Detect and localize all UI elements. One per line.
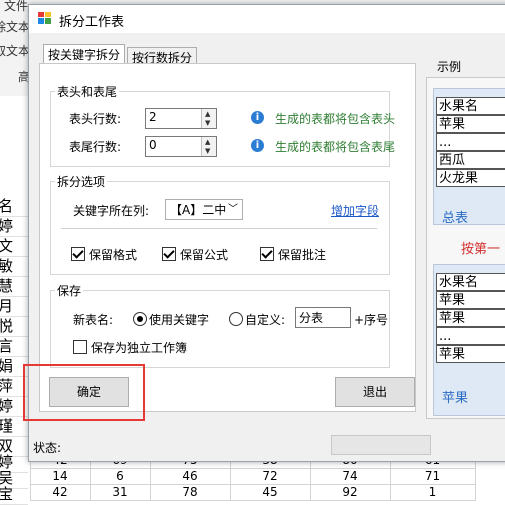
example-cell: 苹果 bbox=[436, 291, 505, 309]
add-field-link[interactable]: 增加字段 bbox=[331, 202, 379, 219]
header-note: 生成的表都将包含表头 bbox=[275, 112, 396, 126]
down-arrow-icon[interactable]: ▼ bbox=[205, 148, 210, 155]
exit-button[interactable]: 退出 bbox=[335, 377, 415, 407]
down-arrow-icon[interactable]: ▼ bbox=[205, 120, 210, 127]
keep-comment-checkbox[interactable] bbox=[260, 247, 274, 261]
footer-rows-label: 表尾行数: bbox=[69, 140, 122, 154]
ribbon-text: 除文本 bbox=[0, 20, 31, 34]
stepper-arrows[interactable]: ▲ ▼ bbox=[201, 137, 216, 156]
chevron-down-icon[interactable]: ﹀ bbox=[228, 200, 238, 215]
custom-name-input[interactable]: 分表 bbox=[295, 307, 351, 328]
grid-cell[interactable]: 92 bbox=[310, 484, 391, 501]
ribbon-text: 文件 bbox=[4, 0, 29, 13]
stepper-arrows[interactable]: ▲ ▼ bbox=[201, 109, 216, 128]
header-rows-label: 表头行数: bbox=[69, 112, 122, 126]
up-arrow-icon[interactable]: ▲ bbox=[205, 111, 210, 118]
header-rows-stepper[interactable]: 2 ▲ ▼ bbox=[145, 108, 217, 129]
keep-formula-checkbox[interactable] bbox=[162, 247, 176, 261]
example-cell: 苹果 bbox=[436, 345, 505, 363]
example-cell: 水果名 bbox=[436, 97, 505, 115]
save-independent-checkbox[interactable] bbox=[73, 340, 87, 354]
example-cell: 西瓜 bbox=[436, 151, 505, 169]
grid-cell[interactable]: 78 bbox=[150, 484, 231, 501]
example-cell: ... bbox=[436, 327, 505, 345]
grid-cell[interactable]: 42 bbox=[30, 484, 91, 501]
custom-name-value: 分表 bbox=[299, 311, 324, 325]
custom-name-label: 自定义: bbox=[245, 313, 286, 327]
cell[interactable]: 慧 bbox=[0, 276, 28, 297]
example-total-sheet: 水果名 苹果 ... 西瓜 火龙果 总表 bbox=[433, 88, 505, 226]
progress-bar bbox=[331, 435, 431, 455]
highlight-box bbox=[23, 364, 145, 421]
key-column-label: 关键字所在列: bbox=[73, 204, 150, 218]
footer-note: 生成的表都将包含表尾 bbox=[275, 140, 396, 154]
header-rows-value: 2 bbox=[149, 110, 157, 124]
custom-name-radio[interactable] bbox=[229, 312, 243, 326]
cell[interactable]: 名 bbox=[0, 196, 28, 217]
key-column-value: 【A】二中 bbox=[170, 203, 227, 217]
footer-rows-stepper[interactable]: 0 ▲ ▼ bbox=[145, 136, 217, 157]
header-footer-group: 表头和表尾 表头行数: 2 ▲ ▼ i 生成的表都将包含表头 表尾行数: 0 ▲ ▼… bbox=[50, 83, 395, 167]
group-title: 保存 bbox=[55, 282, 84, 299]
ribbon-text: 取文本 bbox=[0, 44, 31, 58]
example-title: 示例 bbox=[437, 60, 462, 74]
grid-cell[interactable]: 72 bbox=[230, 468, 311, 485]
grid-cell[interactable]: 46 bbox=[150, 468, 231, 485]
cell[interactable]: 婷 bbox=[0, 216, 28, 237]
serial-suffix-label: +序号 bbox=[354, 313, 389, 327]
dialog-title: 拆分工作表 bbox=[59, 15, 125, 30]
row-header-column: 名 婷 文 敏 慧 月 悦 言 娟 萍 婷 瑾 双 婷 吴 宝 bbox=[0, 96, 31, 505]
keep-format-label: 保留格式 bbox=[89, 248, 138, 262]
divider bbox=[61, 228, 377, 229]
cell[interactable]: 言 bbox=[0, 336, 28, 357]
example-cell: 水果名 bbox=[436, 273, 505, 291]
save-independent-label: 保存为独立工作簿 bbox=[91, 341, 188, 355]
example-cell: 火龙果 bbox=[436, 169, 505, 187]
group-title: 拆分选项 bbox=[55, 173, 108, 190]
cell[interactable]: 敏 bbox=[0, 256, 28, 277]
title-bar: 拆分工作表 bbox=[29, 5, 505, 33]
grid-cell[interactable]: 71 bbox=[390, 468, 476, 485]
footer-rows-value: 0 bbox=[149, 138, 157, 152]
example-tab: 苹果 bbox=[442, 391, 469, 406]
cell[interactable]: 月 bbox=[0, 296, 28, 317]
split-options-group: 拆分选项 关键字所在列: 【A】二中 ﹀ 增加字段 保留格式 保留公式 保留批注 bbox=[50, 173, 390, 275]
example-cell: 苹果 bbox=[436, 309, 505, 327]
app-icon bbox=[38, 12, 51, 24]
grid-cell[interactable]: 45 bbox=[230, 484, 311, 501]
grid-cell[interactable]: 1 bbox=[390, 484, 476, 501]
grid-cell[interactable]: 6 bbox=[90, 468, 151, 485]
keep-formula-label: 保留公式 bbox=[180, 248, 229, 262]
example-split-note: 按第一 bbox=[461, 242, 501, 257]
status-label: 状态: bbox=[33, 441, 62, 455]
info-icon: i bbox=[251, 139, 264, 152]
info-icon: i bbox=[251, 111, 264, 124]
save-group: 保存 新表名: 使用关键字 自定义: 分表 +序号 保存为独立工作簿 bbox=[50, 282, 390, 368]
key-column-select[interactable]: 【A】二中 ﹀ bbox=[165, 199, 243, 220]
example-cell: 苹果 bbox=[436, 115, 505, 133]
example-split-sheet: 水果名 苹果 苹果 ... 苹果 苹果 bbox=[433, 264, 505, 416]
cell[interactable]: 悦 bbox=[0, 316, 28, 337]
grid-cell[interactable]: 74 bbox=[310, 468, 391, 485]
use-keyword-label: 使用关键字 bbox=[149, 313, 210, 327]
use-keyword-radio[interactable] bbox=[133, 312, 147, 326]
new-name-label: 新表名: bbox=[73, 313, 114, 327]
group-title: 表头和表尾 bbox=[55, 83, 120, 100]
example-panel: 水果名 苹果 ... 西瓜 火龙果 总表 按第一 水果名 苹果 苹果 ... 苹… bbox=[426, 77, 505, 419]
keep-comment-label: 保留批注 bbox=[278, 248, 327, 262]
grid-cell[interactable]: 14 bbox=[30, 468, 91, 485]
example-cell: ... bbox=[436, 133, 505, 151]
up-arrow-icon[interactable]: ▲ bbox=[205, 139, 210, 146]
keyword-split-pane: 表头和表尾 表头行数: 2 ▲ ▼ i 生成的表都将包含表头 表尾行数: 0 ▲ ▼… bbox=[39, 63, 416, 412]
example-tab: 总表 bbox=[442, 211, 469, 226]
keep-format-checkbox[interactable] bbox=[71, 247, 85, 261]
cell[interactable]: 文 bbox=[0, 236, 28, 257]
grid-cell[interactable]: 31 bbox=[90, 484, 151, 501]
